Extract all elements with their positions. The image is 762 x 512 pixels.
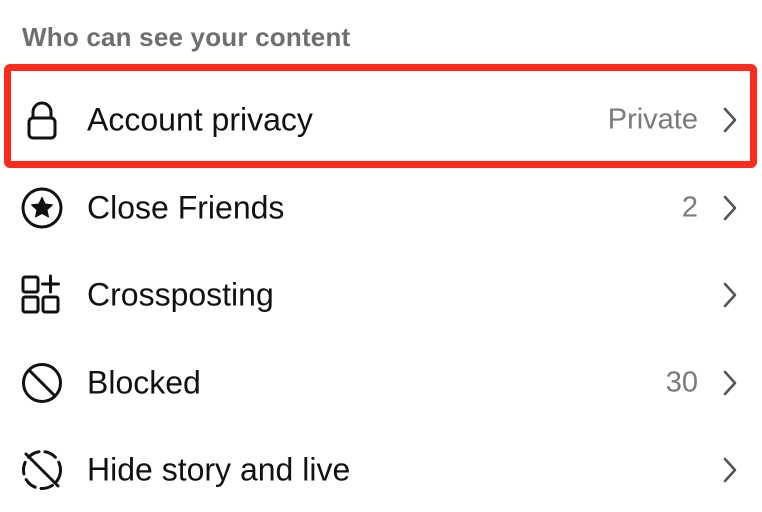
chevron-right-icon	[720, 106, 740, 134]
account-privacy-label: Account privacy	[87, 101, 313, 138]
hide-story-row[interactable]: Hide story and live	[0, 427, 762, 512]
star-circle-icon	[20, 186, 64, 230]
chevron-right-icon	[720, 456, 740, 484]
crossposting-icon	[20, 273, 64, 317]
crossposting-label: Crossposting	[87, 276, 274, 313]
blocked-count: 30	[665, 366, 698, 399]
account-privacy-value: Private	[607, 103, 698, 136]
close-friends-row[interactable]: Close Friends 2	[0, 165, 762, 251]
close-friends-label: Close Friends	[87, 189, 285, 226]
blocked-row[interactable]: Blocked 30	[0, 340, 762, 426]
privacy-settings-page: Who can see your content Account privacy…	[0, 0, 762, 512]
hide-story-icon	[20, 448, 64, 492]
crossposting-row[interactable]: Crossposting	[0, 252, 762, 338]
chevron-right-icon	[720, 281, 740, 309]
blocked-icon	[20, 361, 64, 405]
section-title: Who can see your content	[22, 22, 351, 52]
blocked-label: Blocked	[87, 364, 201, 401]
hide-story-label: Hide story and live	[87, 451, 351, 488]
chevron-right-icon	[720, 369, 740, 397]
account-privacy-row[interactable]: Account privacy Private	[0, 77, 762, 163]
chevron-right-icon	[720, 194, 740, 222]
lock-icon	[20, 98, 64, 142]
close-friends-count: 2	[681, 191, 698, 224]
